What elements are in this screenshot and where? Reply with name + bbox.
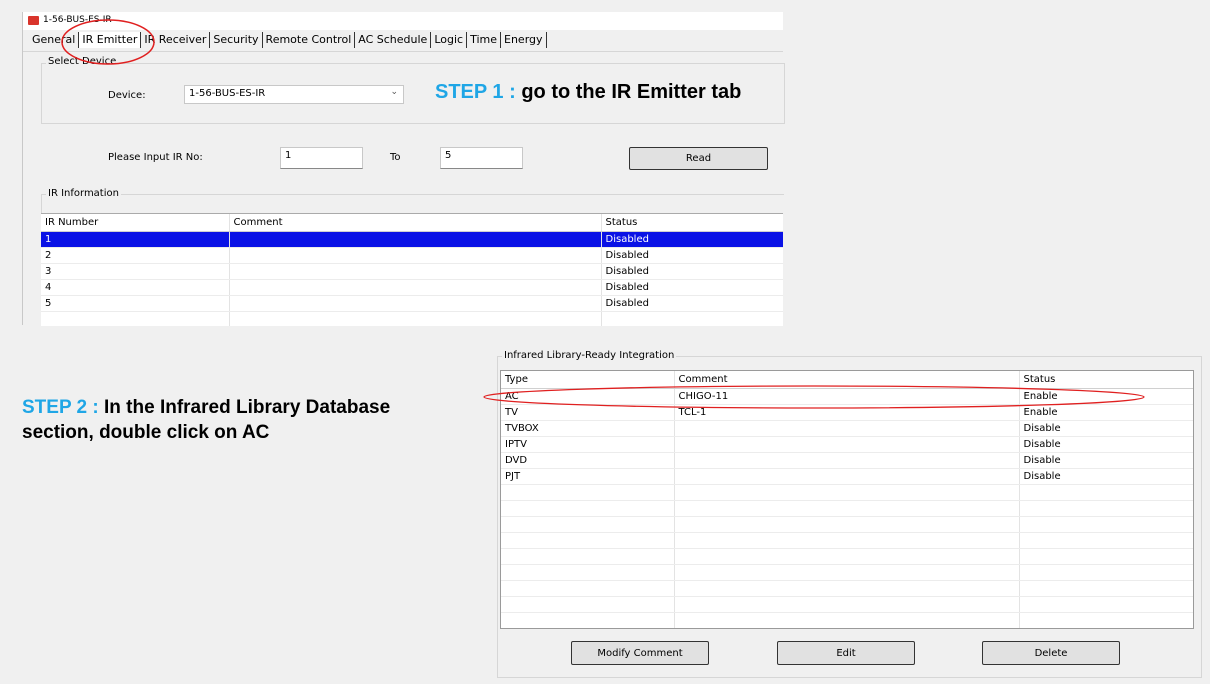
device-select-value: 1-56-BUS-ES-IR (189, 88, 266, 99)
step2-annotation: STEP 2 : In the Infrared Library Databas… (22, 395, 390, 445)
ir-status-cell: Disabled (601, 263, 783, 280)
tab-remote-control[interactable]: Remote Control (263, 32, 356, 48)
table-row (41, 311, 783, 326)
table-header-row: IR Number Comment Status (41, 214, 783, 232)
ir-status-cell: Disabled (601, 231, 783, 248)
table-row[interactable]: 5 Disabled (41, 295, 783, 312)
delete-button[interactable]: Delete (982, 641, 1120, 665)
ir-number-cell: 2 (41, 247, 230, 264)
table-row[interactable]: 3 Disabled (41, 263, 783, 280)
table-row (501, 500, 1193, 517)
read-button[interactable]: Read (629, 147, 768, 170)
ir-from-input[interactable]: 1 (280, 147, 363, 169)
library-status-cell: Disable (1019, 452, 1193, 469)
device-label: Device: (108, 90, 146, 101)
library-type-cell: DVD (501, 452, 675, 469)
ir-number-cell: 3 (41, 263, 230, 280)
table-row (501, 564, 1193, 581)
ir-number-cell: 5 (41, 295, 230, 312)
table-row (501, 548, 1193, 565)
table-row (501, 596, 1193, 613)
tab-time[interactable]: Time (467, 32, 501, 48)
ir-no-label: Please Input IR No: (108, 152, 203, 163)
step1-text: go to the IR Emitter tab (515, 81, 742, 103)
ir-comment-cell (229, 295, 602, 312)
ir-information-table: IR Number Comment Status 1 Disabled 2 Di… (41, 214, 783, 326)
library-comment-cell (674, 468, 1020, 485)
table-row (501, 612, 1193, 628)
ir-comment-cell (229, 247, 602, 264)
table-row[interactable]: 2 Disabled (41, 247, 783, 264)
ir-comment-cell (229, 263, 602, 280)
ir-to-label: To (390, 152, 401, 163)
tab-logic[interactable]: Logic (431, 32, 468, 48)
step2-text-line1: In the Infrared Library Database (98, 397, 391, 418)
library-type-cell: PJT (501, 468, 675, 485)
app-logo-icon (28, 16, 39, 25)
library-status-cell: Disable (1019, 420, 1193, 437)
ir-status-cell: Disabled (601, 279, 783, 296)
tab-security[interactable]: Security (210, 32, 263, 48)
library-type-cell: TVBOX (501, 420, 675, 437)
table-row (501, 580, 1193, 597)
ir-emitter-highlight-ellipse (61, 19, 155, 65)
library-comment-cell (674, 452, 1020, 469)
table-row[interactable]: IPTV Disable (501, 436, 1193, 453)
ir-information-table-container: IR Number Comment Status 1 Disabled 2 Di… (41, 213, 783, 326)
step1-annotation: STEP 1 : go to the IR Emitter tab (435, 81, 741, 104)
table-row[interactable]: PJT Disable (501, 468, 1193, 485)
infrared-library-label: Infrared Library-Ready Integration (502, 350, 677, 361)
chevron-down-icon[interactable]: ⌄ (390, 87, 398, 97)
ir-comment-cell (229, 279, 602, 296)
table-row (501, 532, 1193, 549)
device-select[interactable]: 1-56-BUS-ES-IR ⌄ (184, 85, 404, 104)
ir-to-input[interactable]: 5 (440, 147, 523, 169)
tab-energy[interactable]: Energy (501, 32, 547, 48)
ir-comment-cell (229, 231, 602, 248)
library-status-cell: Disable (1019, 468, 1193, 485)
modify-comment-button[interactable]: Modify Comment (571, 641, 709, 665)
edit-button[interactable]: Edit (777, 641, 915, 665)
table-row (501, 484, 1193, 501)
step2-prefix: STEP 2 : (22, 397, 99, 418)
library-status-cell: Disable (1019, 436, 1193, 453)
column-header-comment[interactable]: Comment (229, 214, 602, 232)
ir-information-label: IR Information (46, 188, 121, 199)
ir-number-cell: 4 (41, 279, 230, 296)
table-row (501, 516, 1193, 533)
ir-number-cell: 1 (41, 231, 230, 248)
ir-status-cell: Disabled (601, 247, 783, 264)
table-row[interactable]: DVD Disable (501, 452, 1193, 469)
table-row[interactable]: 4 Disabled (41, 279, 783, 296)
column-header-ir-number[interactable]: IR Number (41, 214, 230, 232)
step2-text-line2: section, double click on AC (22, 422, 270, 443)
library-comment-cell (674, 436, 1020, 453)
library-type-cell: IPTV (501, 436, 675, 453)
tab-ac-schedule[interactable]: AC Schedule (355, 32, 432, 48)
step1-prefix: STEP 1 : (435, 81, 516, 103)
table-row[interactable]: 1 Disabled (41, 231, 783, 248)
ac-row-highlight-ellipse (483, 385, 1145, 409)
library-comment-cell (674, 420, 1020, 437)
column-header-status[interactable]: Status (601, 214, 783, 232)
table-row[interactable]: TVBOX Disable (501, 420, 1193, 437)
ir-status-cell: Disabled (601, 295, 783, 312)
